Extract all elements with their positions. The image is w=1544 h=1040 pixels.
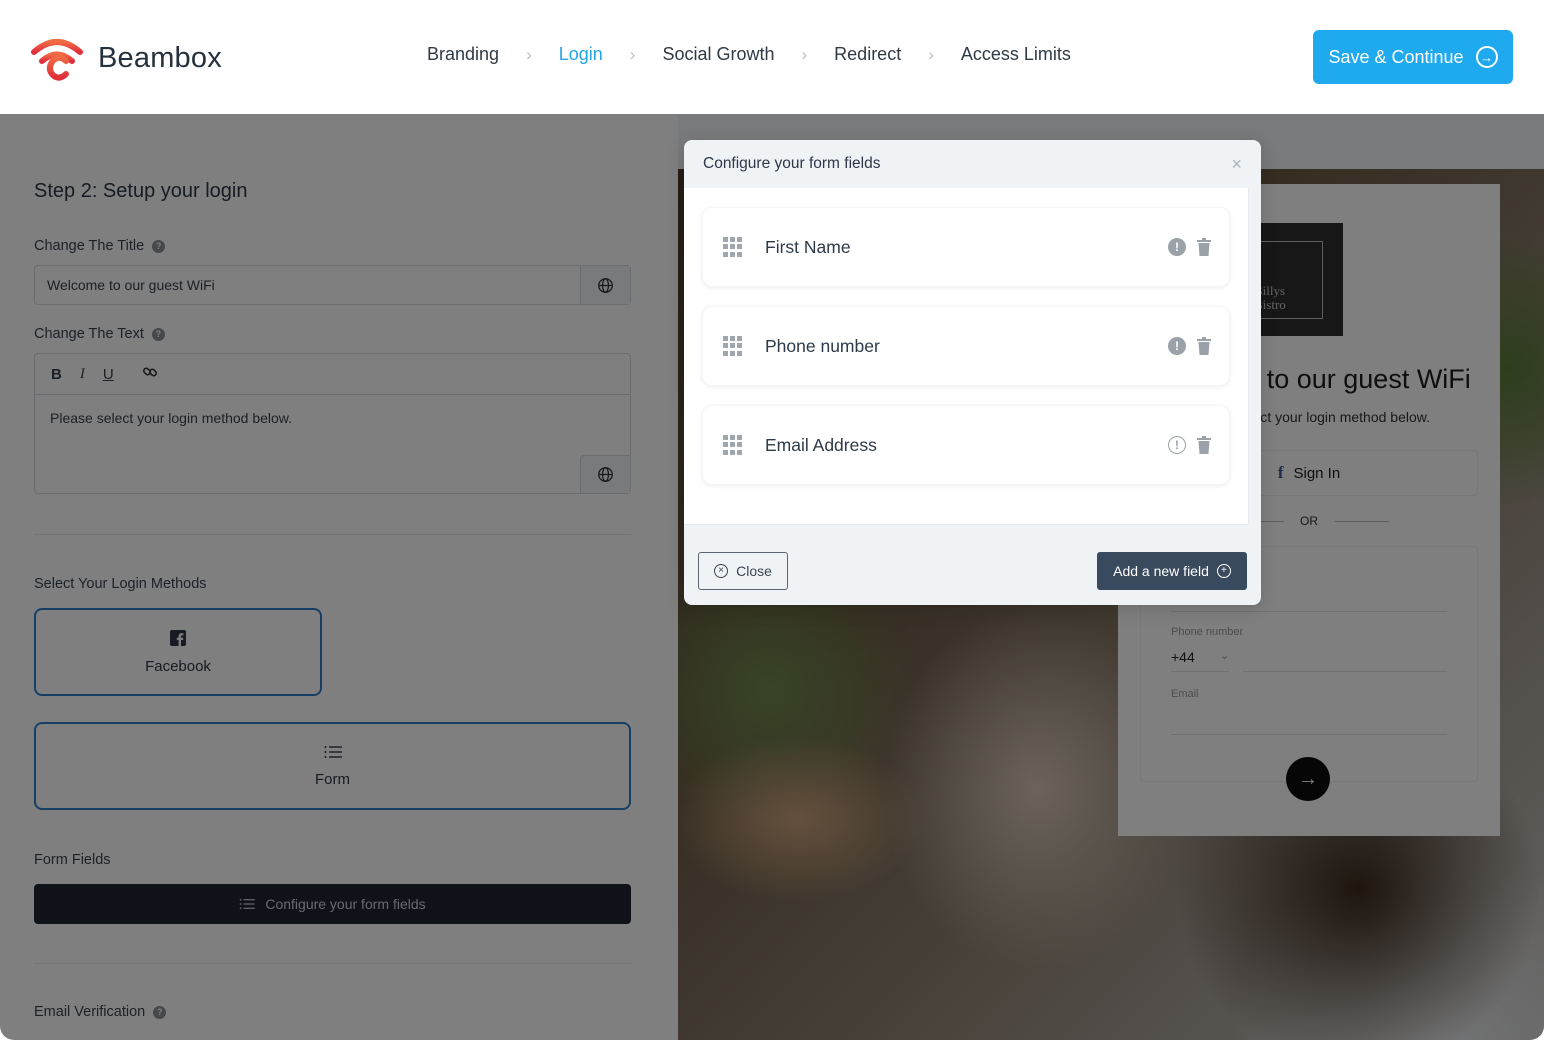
drag-handle-icon[interactable]: [723, 435, 743, 455]
close-circle-icon: ×: [714, 564, 729, 578]
close-button-label: Close: [736, 563, 772, 579]
modal-title: Configure your form fields: [703, 155, 881, 172]
drag-handle-icon[interactable]: [723, 237, 743, 257]
required-toggle-icon[interactable]: !: [1168, 238, 1186, 256]
field-name: Phone number: [765, 335, 880, 356]
top-bar: Beambox Branding › Login › Social Growth…: [0, 0, 1544, 114]
add-new-field-button[interactable]: Add a new field +: [1097, 552, 1247, 590]
field-name: First Name: [765, 236, 851, 257]
required-toggle-icon[interactable]: !: [1168, 436, 1186, 454]
step-social-growth[interactable]: Social Growth: [662, 44, 774, 65]
step-login[interactable]: Login: [559, 44, 603, 65]
configure-fields-modal: Configure your form fields × First Name …: [684, 140, 1261, 605]
save-continue-label: Save & Continue: [1328, 46, 1464, 67]
add-new-field-label: Add a new field: [1113, 563, 1209, 579]
drag-handle-icon[interactable]: [723, 336, 743, 356]
trash-icon[interactable]: [1197, 436, 1211, 454]
brand[interactable]: Beambox: [28, 34, 222, 82]
field-name: Email Address: [765, 434, 877, 455]
required-toggle-icon[interactable]: !: [1168, 337, 1186, 355]
brand-name: Beambox: [98, 41, 222, 74]
modal-footer: × Close Add a new field +: [684, 538, 1261, 605]
chevron-right-icon: ›: [629, 44, 636, 64]
modal-header: Configure your form fields ×: [684, 140, 1261, 188]
field-row-first-name[interactable]: First Name !: [702, 207, 1230, 287]
arrow-right-circle-icon: →: [1475, 46, 1498, 68]
plus-circle-icon: +: [1216, 564, 1231, 578]
field-row-phone-number[interactable]: Phone number !: [702, 306, 1230, 386]
field-row-email-address[interactable]: Email Address !: [702, 405, 1230, 485]
beambox-logo-icon: [31, 39, 83, 81]
close-icon[interactable]: ×: [1231, 154, 1242, 175]
step-redirect[interactable]: Redirect: [834, 44, 901, 65]
save-continue-button[interactable]: Save & Continue →: [1313, 30, 1513, 84]
chevron-right-icon: ›: [801, 44, 808, 64]
chevron-right-icon: ›: [928, 44, 934, 64]
step-access-limits[interactable]: Access Limits: [961, 44, 1071, 65]
trash-icon[interactable]: [1197, 337, 1211, 355]
step-navigation: Branding › Login › Social Growth › Redir…: [427, 44, 1071, 65]
step-branding[interactable]: Branding: [427, 44, 499, 65]
trash-icon[interactable]: [1197, 238, 1211, 256]
close-button[interactable]: × Close: [698, 552, 788, 590]
chevron-right-icon: ›: [526, 44, 532, 64]
fields-list: First Name ! Phone number ! Email Addres…: [684, 188, 1249, 525]
